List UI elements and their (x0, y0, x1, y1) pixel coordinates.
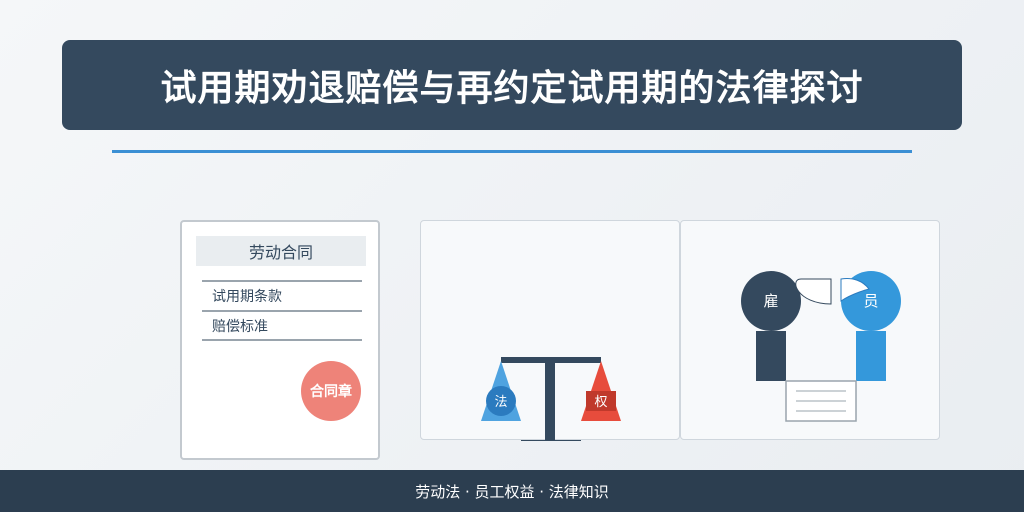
employee-body (856, 331, 886, 381)
page-title: 试用期劝退赔偿与再约定试用期的法律探讨 (160, 68, 864, 109)
contract-clause-probation: 试用期条款 (202, 280, 362, 309)
employer-label: 雇 (763, 292, 778, 310)
footer-bar: 劳动法 · 员工权益 · 法律知识 (0, 470, 1024, 512)
parties-panel: 雇 员 (680, 220, 940, 440)
title-banner: 试用期劝退赔偿与再约定试用期的法律探讨 (62, 40, 962, 130)
scale-beam (501, 357, 601, 363)
employee-label: 员 (863, 292, 878, 310)
scale-panel: 法 权 (420, 220, 680, 441)
contract-seal: 合同章 (301, 361, 361, 421)
scale-pillar (545, 361, 555, 441)
title-divider (112, 150, 912, 153)
rights-badge-label: 权 (594, 394, 607, 410)
contract-clause-compensation: 赔偿标准 (202, 310, 362, 341)
employer-body (756, 331, 786, 381)
employer-employee-illustration: 雇 员 (741, 271, 901, 422)
contract-card: 劳动合同 试用期条款 赔偿标准 合同章 (180, 220, 380, 460)
contract-heading: 劳动合同 (196, 236, 366, 266)
justice-scale-illustration: 法 权 (481, 357, 621, 441)
law-badge-label: 法 (494, 395, 507, 410)
handshake-left-hand-icon (795, 278, 832, 305)
footer-tagline: 劳动法 · 员工权益 · 法律知识 (415, 482, 609, 501)
